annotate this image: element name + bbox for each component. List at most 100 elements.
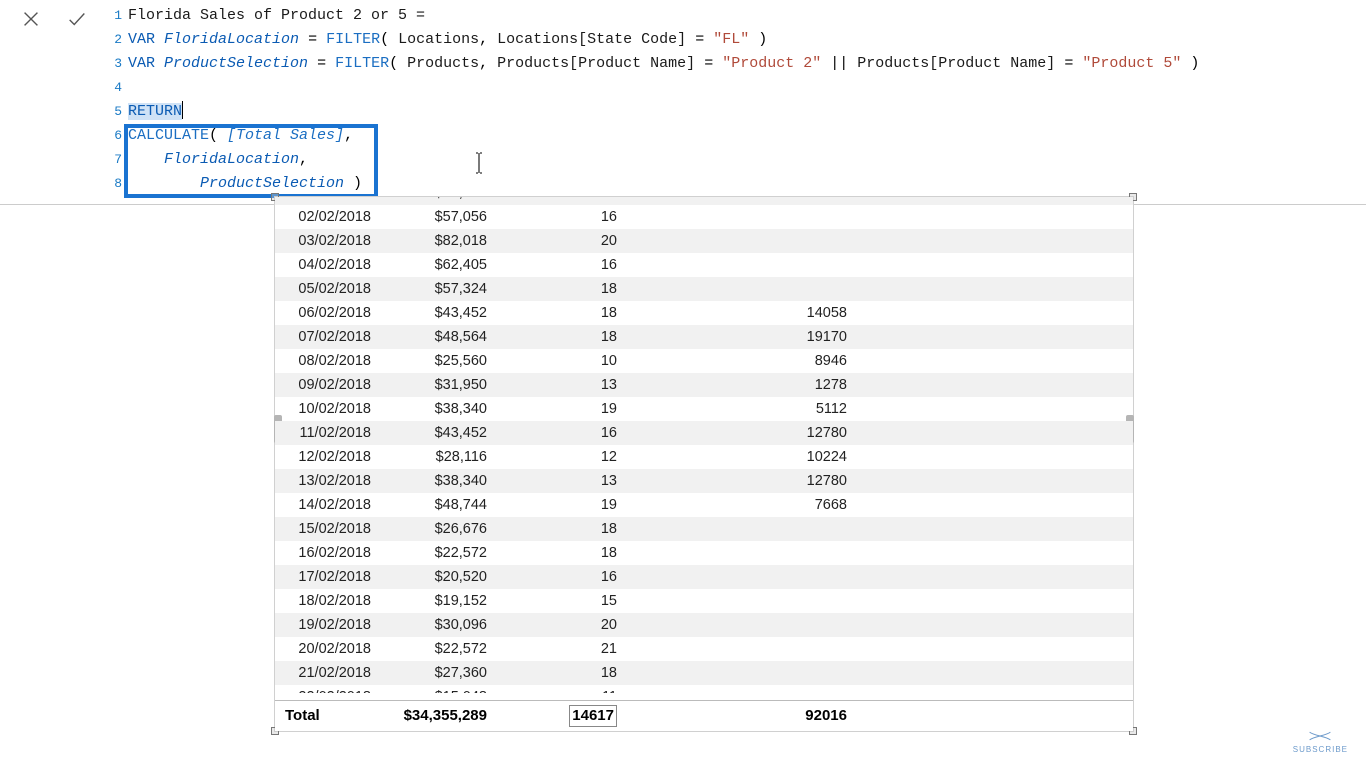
cell-sales: $31,950 (383, 373, 499, 397)
total-sales: $34,355,289 (383, 701, 499, 731)
table-row[interactable]: 11/02/2018$43,4521612780 (275, 421, 1133, 445)
table-row[interactable]: 12/02/2018$28,1161210224 (275, 445, 1133, 469)
cell-sales: $62,405 (383, 197, 499, 205)
cell-date: 09/02/2018 (275, 373, 383, 397)
cell-qty: 21 (499, 637, 629, 661)
cell-sales: $48,564 (383, 325, 499, 349)
table-row[interactable]: 10/02/2018$38,340195112 (275, 397, 1133, 421)
cell-sales: $26,676 (383, 517, 499, 541)
table-row[interactable]: 03/02/2018$82,01820 (275, 229, 1133, 253)
cell-qty: 18 (499, 661, 629, 685)
code-line-3: VAR ProductSelection = FILTER( Products,… (128, 52, 1199, 76)
cell-sales: $57,324 (383, 277, 499, 301)
table-row[interactable]: 18/02/2018$19,15215 (275, 589, 1133, 613)
code-line-5: RETURN (128, 100, 183, 124)
check-icon (66, 8, 88, 30)
table-row[interactable]: 07/02/2018$48,5641819170 (275, 325, 1133, 349)
close-icon (20, 8, 42, 30)
formula-actions (0, 0, 108, 204)
cell-measure: 7668 (629, 493, 855, 517)
cell-qty: 16 (499, 205, 629, 229)
cell-qty: 18 (499, 541, 629, 565)
cell-sales: $27,360 (383, 661, 499, 685)
cell-qty: 18 (499, 325, 629, 349)
table-visual[interactable]: 01/02/2018$62,4051502/02/2018$57,0561603… (274, 196, 1134, 732)
cell-qty: 15 (499, 197, 629, 205)
subscribe-badge[interactable]: SUBSCRIBE (1293, 729, 1348, 754)
cell-measure: 19170 (629, 325, 855, 349)
table-row[interactable]: 17/02/2018$20,52016 (275, 565, 1133, 589)
code-line-6: CALCULATE( [Total Sales], (128, 124, 353, 148)
cell-sales: $38,340 (383, 397, 499, 421)
table-row[interactable]: 15/02/2018$26,67618 (275, 517, 1133, 541)
table-row[interactable]: 09/02/2018$31,950131278 (275, 373, 1133, 397)
table-row[interactable]: 08/02/2018$25,560108946 (275, 349, 1133, 373)
table-row[interactable]: 16/02/2018$22,57218 (275, 541, 1133, 565)
cell-qty: 19 (499, 397, 629, 421)
cell-sales: $25,560 (383, 349, 499, 373)
cell-qty: 20 (499, 613, 629, 637)
table-row[interactable]: 04/02/2018$62,40516 (275, 253, 1133, 277)
cell-sales: $22,572 (383, 541, 499, 565)
code-line-8: ProductSelection ) (128, 172, 362, 196)
cell-measure: 1278 (629, 373, 855, 397)
code-line-2: VAR FloridaLocation = FILTER( Locations,… (128, 28, 767, 52)
cell-sales: $43,452 (383, 421, 499, 445)
cell-sales: $28,116 (383, 445, 499, 469)
table-row-partial[interactable]: 22/02/2018$15,04811 (275, 685, 1133, 693)
cell-date: 18/02/2018 (275, 589, 383, 613)
cell-measure: 12780 (629, 421, 855, 445)
cell-date: 19/02/2018 (275, 613, 383, 637)
total-row: Total $34,355,289 14617 92016 (275, 701, 1133, 731)
cell-measure: 5112 (629, 397, 855, 421)
cell-qty: 18 (499, 277, 629, 301)
table-row[interactable]: 05/02/2018$57,32418 (275, 277, 1133, 301)
commit-button[interactable] (64, 6, 90, 32)
total-label: Total (275, 701, 383, 731)
cell-date: 02/02/2018 (275, 205, 383, 229)
table-row[interactable]: 14/02/2018$48,744197668 (275, 493, 1133, 517)
cell-date: 17/02/2018 (275, 565, 383, 589)
cell-date: 08/02/2018 (275, 349, 383, 373)
code-line-4 (128, 76, 137, 100)
cell-date: 15/02/2018 (275, 517, 383, 541)
cell-qty: 10 (499, 349, 629, 373)
cell-measure (629, 197, 855, 205)
code-line-7: FloridaLocation, (128, 148, 308, 172)
cell-measure (629, 541, 855, 565)
table-row[interactable]: 19/02/2018$30,09620 (275, 613, 1133, 637)
table-row[interactable]: 01/02/2018$62,40515 (275, 197, 1133, 205)
table-row[interactable]: 02/02/2018$57,05616 (275, 205, 1133, 229)
cancel-button[interactable] (18, 6, 44, 32)
cell-measure (629, 589, 855, 613)
cell-sales: $82,018 (383, 229, 499, 253)
table-row[interactable]: 13/02/2018$38,3401312780 (275, 469, 1133, 493)
cell-qty: 16 (499, 253, 629, 277)
table-row[interactable]: 06/02/2018$43,4521814058 (275, 301, 1133, 325)
cell-date: 12/02/2018 (275, 445, 383, 469)
cell-measure: 12780 (629, 469, 855, 493)
cell-date: 16/02/2018 (275, 541, 383, 565)
cell-date: 03/02/2018 (275, 229, 383, 253)
dax-editor[interactable]: 1Florida Sales of Product 2 or 5 = 2VAR … (108, 0, 1366, 204)
table-row[interactable]: 20/02/2018$22,57221 (275, 637, 1133, 661)
cell-qty: 20 (499, 229, 629, 253)
cell-date: 20/02/2018 (275, 637, 383, 661)
cell-sales: $20,520 (383, 565, 499, 589)
table-row[interactable]: 21/02/2018$27,36018 (275, 661, 1133, 685)
cell-qty: 12 (499, 445, 629, 469)
cell-sales: $22,572 (383, 637, 499, 661)
code-line-1: Florida Sales of Product 2 or 5 = (128, 4, 425, 28)
cell-measure (629, 517, 855, 541)
cell-qty: 15 (499, 589, 629, 613)
table-body[interactable]: 01/02/2018$62,4051502/02/2018$57,0561603… (275, 197, 1133, 699)
cell-date: 13/02/2018 (275, 469, 383, 493)
formula-bar: 1Florida Sales of Product 2 or 5 = 2VAR … (0, 0, 1366, 205)
cell-measure: 8946 (629, 349, 855, 373)
cell-qty: 19 (499, 493, 629, 517)
cell-qty: 18 (499, 517, 629, 541)
cell-sales: $38,340 (383, 469, 499, 493)
cell-measure (629, 637, 855, 661)
cell-date: 04/02/2018 (275, 253, 383, 277)
cell-measure (629, 661, 855, 685)
